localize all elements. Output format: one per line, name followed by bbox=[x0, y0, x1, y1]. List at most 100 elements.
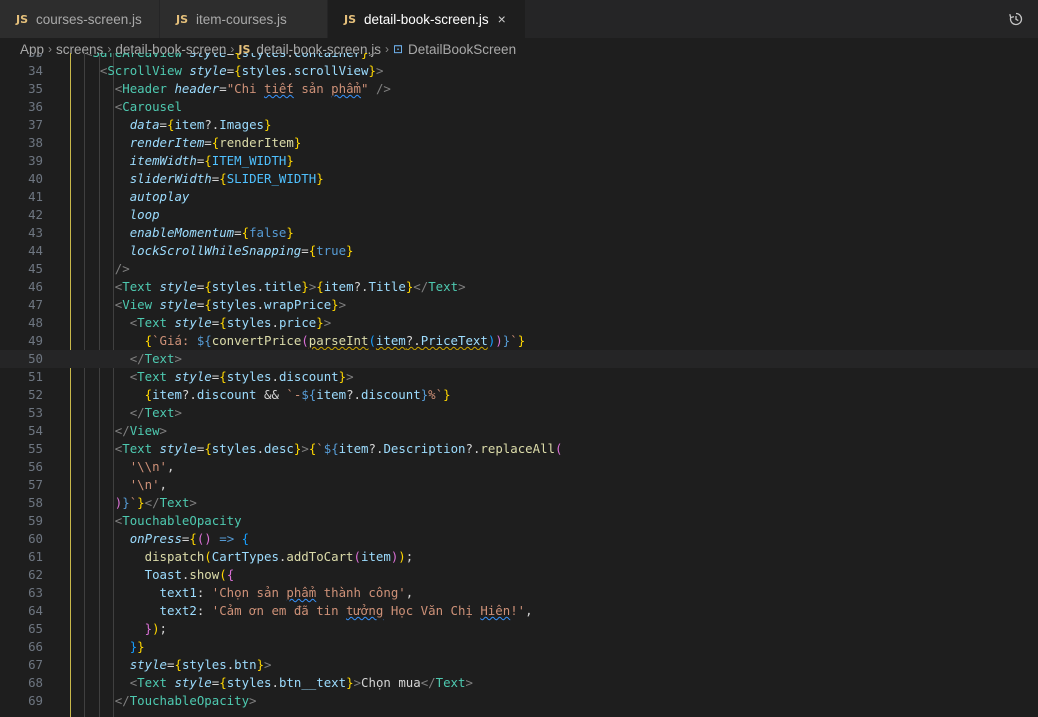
code-line[interactable]: 42 loop bbox=[0, 206, 1038, 224]
code-text: data={item?.Images} bbox=[129, 117, 272, 132]
line-number: 35 bbox=[28, 81, 43, 96]
history-icon[interactable] bbox=[1008, 11, 1024, 27]
code-text: text1: 'Chọn sản phẩm thành công', bbox=[159, 585, 414, 600]
close-icon[interactable]: × bbox=[498, 11, 506, 27]
code-text: renderItem={renderItem} bbox=[129, 135, 302, 150]
code-line[interactable]: 69 </TouchableOpacity> bbox=[0, 692, 1038, 710]
code-text: dispatch(CartTypes.addToCart(item)); bbox=[144, 549, 414, 564]
line-number: 38 bbox=[28, 135, 43, 150]
code-line[interactable]: 37 data={item?.Images} bbox=[0, 116, 1038, 134]
code-line[interactable]: 47 <View style={styles.wrapPrice}> bbox=[0, 296, 1038, 314]
line-number: 41 bbox=[28, 189, 43, 204]
code-line[interactable]: 40 sliderWidth={SLIDER_WIDTH} bbox=[0, 170, 1038, 188]
code-text: )}`}</Text> bbox=[114, 495, 197, 510]
code-line[interactable]: 59 <TouchableOpacity bbox=[0, 512, 1038, 530]
code-line[interactable]: 33 <SafeAreaView style={styles.container… bbox=[0, 53, 1038, 62]
code-line[interactable]: 53 </Text> bbox=[0, 404, 1038, 422]
line-number: 33 bbox=[0, 53, 43, 62]
line-number: 34 bbox=[28, 63, 43, 78]
code-line[interactable]: 38 renderItem={renderItem} bbox=[0, 134, 1038, 152]
code-line[interactable]: 34 <ScrollView style={styles.scrollView}… bbox=[0, 62, 1038, 80]
code-line[interactable]: 45 /> bbox=[0, 260, 1038, 278]
code-text: itemWidth={ITEM_WIDTH} bbox=[129, 153, 294, 168]
code-text: </TouchableOpacity> bbox=[114, 693, 257, 708]
js-file-icon: JS bbox=[176, 12, 189, 26]
code-line[interactable]: 58 )}`}</Text> bbox=[0, 494, 1038, 512]
tab-item-courses[interactable]: JS item-courses.js bbox=[160, 0, 328, 38]
line-number: 60 bbox=[28, 531, 43, 546]
code-line[interactable]: 43 enableMomentum={false} bbox=[0, 224, 1038, 242]
js-file-icon: JS bbox=[16, 12, 29, 26]
code-line[interactable]: 57 '\n', bbox=[0, 476, 1038, 494]
code-line[interactable]: 55 <Text style={styles.desc}>{`${item?.D… bbox=[0, 440, 1038, 458]
code-line[interactable]: 52 {item?.discount && `-${item?.discount… bbox=[0, 386, 1038, 404]
line-number: 51 bbox=[28, 369, 43, 384]
tab-detail-book-screen[interactable]: JS detail-book-screen.js × bbox=[328, 0, 526, 38]
code-text: <Text style={styles.price}> bbox=[129, 315, 332, 330]
code-line[interactable]: 49 {`Giá: ${convertPrice(parseInt(item?.… bbox=[0, 332, 1038, 350]
code-line[interactable]: 36 <Carousel bbox=[0, 98, 1038, 116]
code-line[interactable]: 50 </Text> bbox=[0, 350, 1038, 368]
line-number: 44 bbox=[28, 243, 43, 258]
code-line[interactable]: 67 style={styles.btn}> bbox=[0, 656, 1038, 674]
line-number: 43 bbox=[28, 225, 43, 240]
code-line[interactable]: 41 autoplay bbox=[0, 188, 1038, 206]
code-text: <Text style={styles.title}>{item?.Title}… bbox=[114, 279, 466, 294]
code-line[interactable]: 46 <Text style={styles.title}>{item?.Tit… bbox=[0, 278, 1038, 296]
line-number: 62 bbox=[28, 567, 43, 582]
tab-courses-screen[interactable]: JS courses-screen.js bbox=[0, 0, 160, 38]
code-editor[interactable]: 33 <SafeAreaView style={styles.container… bbox=[0, 53, 1038, 717]
line-number: 61 bbox=[28, 549, 43, 564]
line-number: 48 bbox=[28, 315, 43, 330]
code-text: <ScrollView style={styles.scrollView}> bbox=[99, 63, 384, 78]
code-line[interactable]: 54 </View> bbox=[0, 422, 1038, 440]
line-number: 66 bbox=[28, 639, 43, 654]
code-text: <Text style={styles.discount}> bbox=[129, 369, 354, 384]
code-text: <Carousel bbox=[114, 99, 182, 114]
line-number: 37 bbox=[28, 117, 43, 132]
code-line[interactable]: 66 }} bbox=[0, 638, 1038, 656]
line-number: 46 bbox=[28, 279, 43, 294]
line-number: 40 bbox=[28, 171, 43, 186]
code-line[interactable]: 56 '\\n', bbox=[0, 458, 1038, 476]
code-line[interactable]: 35 <Header header="Chi tiết sản phẩm" /> bbox=[0, 80, 1038, 98]
line-number: 42 bbox=[28, 207, 43, 222]
code-line[interactable]: 39 itemWidth={ITEM_WIDTH} bbox=[0, 152, 1038, 170]
code-text: <SafeAreaView style={styles.container}> bbox=[70, 53, 376, 62]
code-text: autoplay bbox=[129, 189, 190, 204]
js-file-icon: JS bbox=[344, 12, 357, 26]
code-text: </View> bbox=[114, 423, 167, 438]
code-text: text2: 'Cảm ơn em đã tin tưởng Học Văn C… bbox=[159, 603, 533, 618]
line-number: 58 bbox=[28, 495, 43, 510]
code-text: <TouchableOpacity bbox=[114, 513, 242, 528]
code-line[interactable]: 63 text1: 'Chọn sản phẩm thành công', bbox=[0, 584, 1038, 602]
code-text: {item?.discount && `-${item?.discount}%`… bbox=[144, 387, 451, 402]
code-text: sliderWidth={SLIDER_WIDTH} bbox=[129, 171, 324, 186]
code-line[interactable]: 65 }); bbox=[0, 620, 1038, 638]
code-line[interactable]: 48 <Text style={styles.price}> bbox=[0, 314, 1038, 332]
code-text: <View style={styles.wrapPrice}> bbox=[114, 297, 347, 312]
code-text: <Text style={styles.btn__text}>Chọn mua<… bbox=[129, 675, 473, 690]
line-number: 59 bbox=[28, 513, 43, 528]
code-text: {`Giá: ${convertPrice(parseInt(item?.Pri… bbox=[144, 333, 526, 348]
line-number: 68 bbox=[28, 675, 43, 690]
code-text: Toast.show({ bbox=[144, 567, 235, 582]
line-number: 54 bbox=[28, 423, 43, 438]
tab-label: item-courses.js bbox=[196, 11, 287, 27]
tab-bar: JS courses-screen.js JS item-courses.js … bbox=[0, 0, 1038, 38]
code-line[interactable]: 62 Toast.show({ bbox=[0, 566, 1038, 584]
code-text: }} bbox=[129, 639, 145, 654]
code-text: '\n', bbox=[129, 477, 167, 492]
code-line[interactable]: 68 <Text style={styles.btn__text}>Chọn m… bbox=[0, 674, 1038, 692]
line-number: 64 bbox=[28, 603, 43, 618]
code-line[interactable]: 44 lockScrollWhileSnapping={true} bbox=[0, 242, 1038, 260]
code-line[interactable]: 60 onPress={() => { bbox=[0, 530, 1038, 548]
code-line[interactable]: 61 dispatch(CartTypes.addToCart(item)); bbox=[0, 548, 1038, 566]
line-number: 52 bbox=[28, 387, 43, 402]
code-line[interactable]: 64 text2: 'Cảm ơn em đã tin tưởng Học Vă… bbox=[0, 602, 1038, 620]
tab-label: courses-screen.js bbox=[36, 11, 142, 27]
code-text: <Header header="Chi tiết sản phẩm" /> bbox=[114, 81, 391, 96]
code-text: }); bbox=[144, 621, 168, 636]
code-line[interactable]: 51 <Text style={styles.discount}> bbox=[0, 368, 1038, 386]
line-number: 50 bbox=[28, 351, 43, 366]
